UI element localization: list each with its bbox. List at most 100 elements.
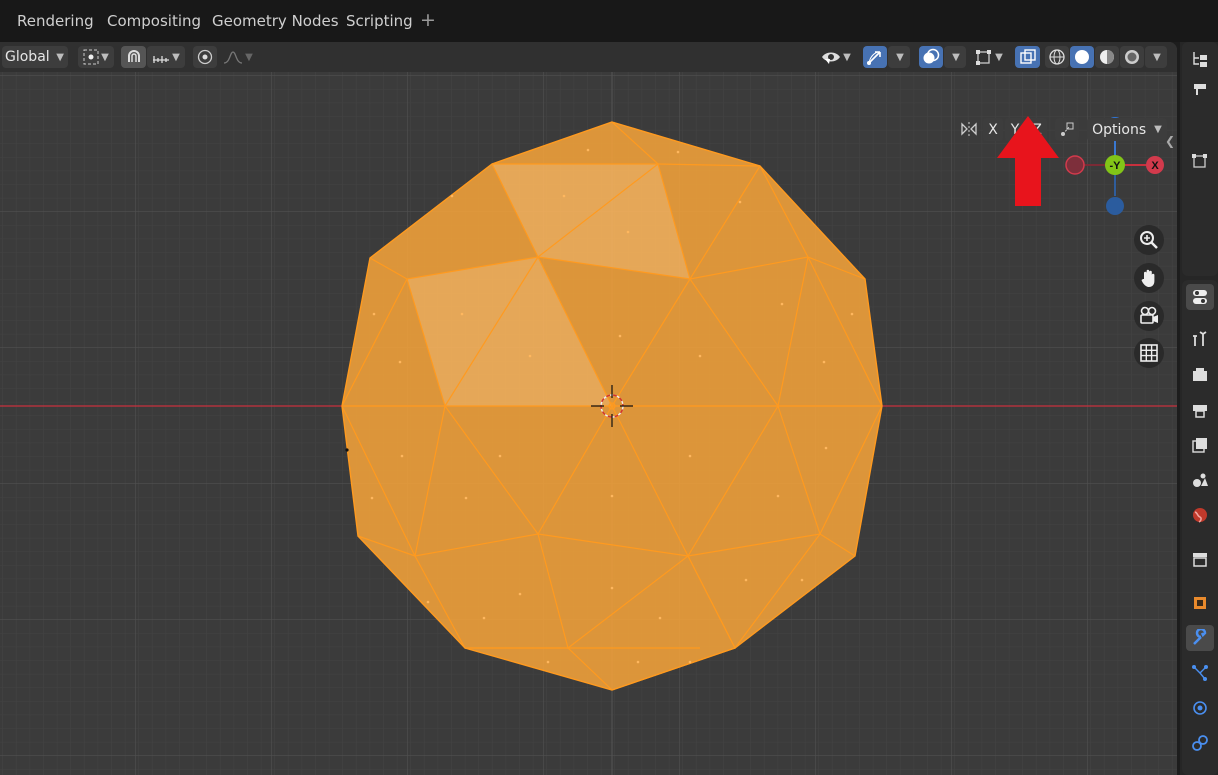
material-shading-button[interactable] xyxy=(1095,46,1119,68)
pivot-point-dropdown[interactable]: ▼ xyxy=(78,46,114,68)
camera-icon xyxy=(1140,306,1158,324)
toggle-icon xyxy=(1193,290,1207,304)
chevron-down-icon: ▼ xyxy=(843,51,851,63)
mesh-select-icon xyxy=(1192,154,1207,168)
tab-rendering[interactable]: Rendering xyxy=(17,12,94,30)
options-dropdown[interactable]: Options ▼ xyxy=(1087,118,1167,141)
material-shading-icon xyxy=(1100,50,1114,64)
tab-active-tool[interactable] xyxy=(1186,326,1214,352)
outliner-button[interactable] xyxy=(1186,46,1214,72)
orientation-label: Global xyxy=(5,49,50,65)
shading-dropdown[interactable]: ▼ xyxy=(1145,46,1167,68)
overlays-toggle[interactable] xyxy=(919,46,943,68)
display-mode-button[interactable] xyxy=(1186,148,1214,174)
auto-merge-icon xyxy=(1061,122,1074,136)
tab-scripting[interactable]: Scripting xyxy=(346,12,413,30)
chevron-down-icon: ▼ xyxy=(952,51,960,63)
tab-particles[interactable] xyxy=(1186,660,1214,686)
tab-render[interactable] xyxy=(1186,362,1214,388)
tab-tool[interactable] xyxy=(1186,284,1214,310)
tab-view-layer[interactable] xyxy=(1186,432,1214,458)
object-icon xyxy=(1194,597,1206,609)
gizmo-x-label: X xyxy=(1151,160,1159,172)
chevron-down-icon: ▼ xyxy=(995,51,1003,63)
particles-icon xyxy=(1192,665,1208,681)
selectability-visibility-dropdown[interactable]: ▼ xyxy=(817,46,855,68)
tab-constraints[interactable] xyxy=(1186,730,1214,756)
mesh-edit-overlays-dropdown[interactable]: ▼ xyxy=(970,46,1008,68)
modifier-icon xyxy=(1193,629,1207,645)
world-icon xyxy=(1193,508,1207,523)
filter-icon xyxy=(1194,84,1206,95)
tab-physics[interactable] xyxy=(1186,695,1214,721)
snap-toggle[interactable] xyxy=(121,46,146,68)
chevron-down-icon: ▼ xyxy=(245,51,253,63)
transform-orientation-dropdown[interactable]: Global ▼ xyxy=(2,46,68,68)
output-icon xyxy=(1193,405,1207,418)
tab-object[interactable] xyxy=(1186,590,1214,616)
tab-geometry-nodes[interactable]: Geometry Nodes xyxy=(212,12,339,30)
constraints-icon xyxy=(1192,735,1208,751)
render-icon xyxy=(1193,368,1207,381)
tab-collection[interactable] xyxy=(1186,546,1214,572)
overlay-icon xyxy=(923,48,940,64)
proportional-falloff-dropdown[interactable]: ▼ xyxy=(220,46,256,68)
gizmo-dropdown[interactable]: ▼ xyxy=(888,46,910,68)
falloff-icon xyxy=(224,51,243,64)
tab-compositing[interactable]: Compositing xyxy=(107,12,201,30)
zoom-icon xyxy=(1140,231,1158,249)
gizmo-neg-z-axis[interactable] xyxy=(1106,197,1124,215)
chevron-down-icon: ▼ xyxy=(1153,51,1161,63)
tab-scene[interactable] xyxy=(1186,467,1214,493)
xray-icon xyxy=(1019,49,1036,64)
rendered-shading-icon xyxy=(1125,50,1139,64)
view-layer-icon xyxy=(1192,438,1207,453)
add-workspace-button[interactable]: + xyxy=(420,9,436,31)
mirror-icon xyxy=(961,121,977,138)
gizmo-y-label: -Y xyxy=(1110,160,1122,172)
increment-icon xyxy=(153,56,170,63)
solid-shading-button[interactable] xyxy=(1070,46,1094,68)
snap-icon xyxy=(127,50,140,62)
tool-icon xyxy=(1193,331,1207,346)
chevron-down-icon: ▼ xyxy=(1154,124,1162,135)
overlays-dropdown[interactable]: ▼ xyxy=(944,46,966,68)
zoom-button[interactable] xyxy=(1134,225,1164,255)
grid-icon xyxy=(1140,344,1158,362)
tab-output[interactable] xyxy=(1186,397,1214,423)
gizmo-toggle[interactable] xyxy=(863,46,887,68)
workspace-tab-bar: Rendering Compositing Geometry Nodes Scr… xyxy=(0,0,1218,42)
outliner-icon xyxy=(1193,52,1207,67)
proportional-icon xyxy=(197,49,213,65)
chevron-down-icon: ▼ xyxy=(56,51,64,63)
mirror-toggle[interactable] xyxy=(957,118,981,141)
filter-button[interactable] xyxy=(1186,76,1214,102)
chevron-down-icon: ▼ xyxy=(896,51,904,63)
wireframe-shading-button[interactable] xyxy=(1045,46,1069,68)
scene-icon xyxy=(1193,473,1208,487)
annotation-arrow-icon xyxy=(997,116,1059,206)
perspective-toggle-button[interactable] xyxy=(1134,338,1164,368)
wireframe-shading-icon xyxy=(1049,49,1065,65)
properties-strip xyxy=(1180,42,1218,775)
gizmo-icon xyxy=(867,51,881,65)
xray-toggle[interactable] xyxy=(1015,46,1040,68)
tab-modifier[interactable] xyxy=(1186,625,1214,651)
collection-icon xyxy=(1193,553,1207,567)
sidebar-collapse-icon[interactable]: ❮ xyxy=(1165,134,1175,148)
outliner-panel xyxy=(1182,42,1218,276)
tab-world[interactable] xyxy=(1186,502,1214,528)
camera-view-button[interactable] xyxy=(1134,301,1164,331)
options-label: Options xyxy=(1092,121,1147,138)
properties-tabs xyxy=(1182,280,1218,775)
mesh-select-icon xyxy=(976,50,992,65)
gizmo-neg-x-axis[interactable] xyxy=(1065,155,1085,175)
chevron-down-icon: ▼ xyxy=(101,51,109,63)
visibility-icon xyxy=(822,52,841,64)
viewport-3d[interactable]: Global ▼ ▼ ▼ ▼ ▼ ▼ ▼ ▼ ▼ -Y X X Y Option… xyxy=(0,42,1177,775)
snap-target-dropdown[interactable]: ▼ xyxy=(147,46,185,68)
pan-button[interactable] xyxy=(1134,263,1164,293)
rendered-shading-button[interactable] xyxy=(1120,46,1144,68)
solid-shading-icon xyxy=(1075,50,1089,64)
proportional-editing-toggle[interactable] xyxy=(193,46,217,68)
